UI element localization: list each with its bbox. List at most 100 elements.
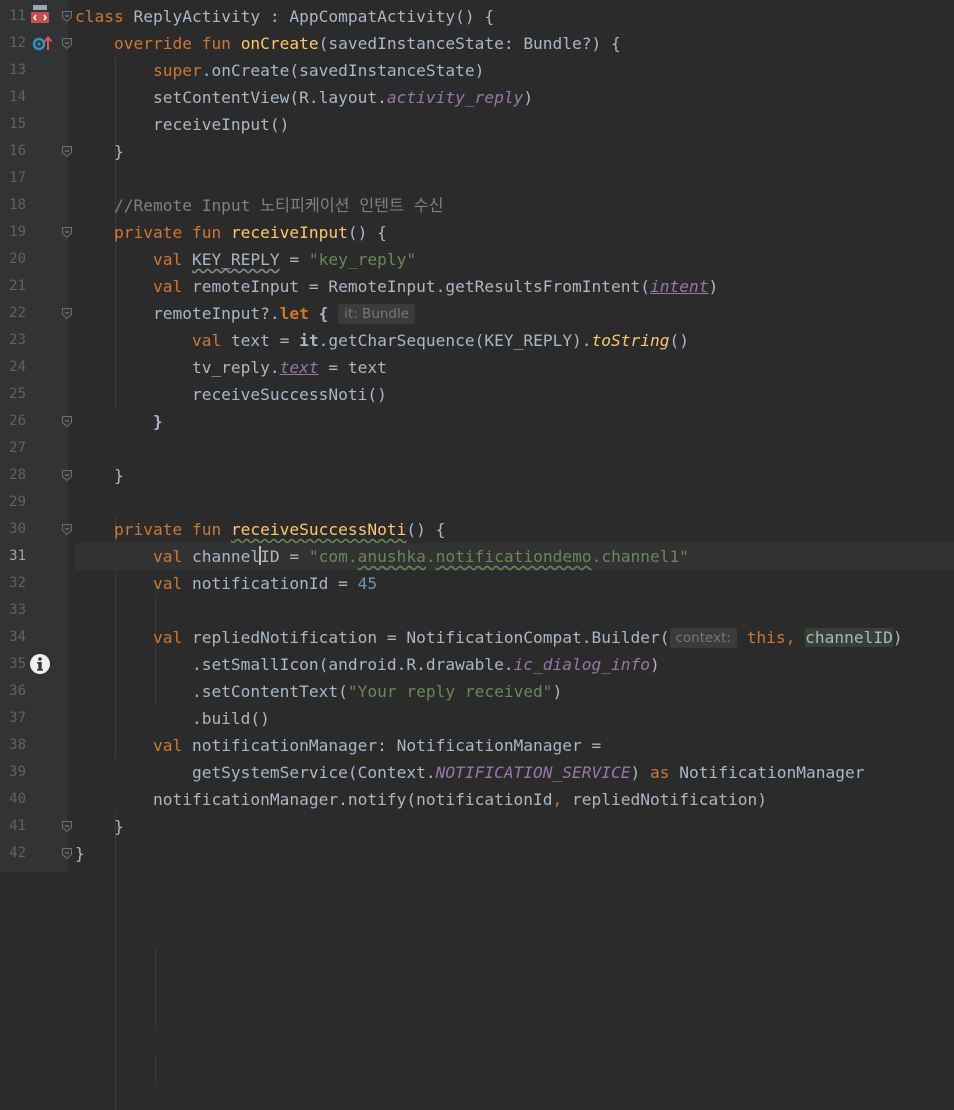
code-token: ) — [552, 682, 563, 701]
info-icon[interactable] — [29, 653, 51, 679]
code-token: repliedNotification) — [572, 790, 767, 809]
code-line[interactable]: class ReplyActivity : AppCompatActivity(… — [75, 3, 954, 30]
line-number: 37 — [9, 710, 26, 726]
code-token: } — [75, 466, 124, 485]
gutter-line: 41 — [0, 813, 72, 840]
line-number: 26 — [9, 413, 26, 429]
code-token: = text — [318, 358, 387, 377]
code-token: toString — [591, 331, 670, 350]
code-line[interactable]: tv_reply.text = text — [75, 354, 954, 381]
code-line[interactable]: } — [75, 462, 954, 489]
code-token: .setContentText( — [75, 682, 348, 701]
code-token: setContentView(R.layout. — [75, 88, 387, 107]
code-line[interactable]: val repliedNotification = NotificationCo… — [75, 624, 954, 651]
fold-marker-icon[interactable] — [62, 524, 72, 535]
code-line[interactable]: val notificationId = 45 — [75, 570, 954, 597]
code-line[interactable]: } — [75, 813, 954, 840]
code-line[interactable]: val remoteInput = RemoteInput.getResults… — [75, 273, 954, 300]
gutter-line: 32 — [0, 570, 68, 597]
code-line[interactable]: override fun onCreate(savedInstanceState… — [75, 30, 954, 57]
code-line[interactable]: } — [75, 840, 954, 867]
line-number: 27 — [9, 440, 26, 456]
code-line[interactable]: .setSmallIcon(android.R.drawable.ic_dial… — [75, 651, 954, 678]
gutter-line: 31 — [0, 543, 68, 570]
code-line[interactable] — [75, 165, 954, 192]
fold-marker-icon[interactable] — [62, 38, 72, 49]
code-line[interactable]: super.onCreate(savedInstanceState) — [75, 57, 954, 84]
code-token: val — [191, 331, 231, 350]
gutter-line: 18 — [0, 192, 68, 219]
gutter-line: 40 — [0, 786, 68, 813]
code-token: notificationManager: NotificationManager… — [191, 736, 602, 755]
fold-marker-icon[interactable] — [62, 821, 72, 832]
code-token: val — [152, 250, 192, 269]
fold-marker-icon[interactable] — [62, 11, 72, 22]
code-line[interactable]: receiveInput() — [75, 111, 954, 138]
code-line[interactable]: } — [75, 138, 954, 165]
code-line[interactable]: private fun receiveSuccessNoti() { — [75, 516, 954, 543]
fold-marker-icon[interactable] — [62, 308, 72, 319]
code-token: super — [152, 61, 202, 80]
gutter-line: 23 — [0, 327, 68, 354]
code-token: onCreate — [240, 34, 319, 53]
code-token: notificationId = — [191, 574, 358, 593]
code-editor[interactable]: 11 12 13 14 15 16 17 18 19 20 21 22 23 24 25 26 27 28 29 30… — [0, 0, 954, 1110]
code-token: NotificationManager — [679, 763, 865, 782]
code-line[interactable]: } — [75, 408, 954, 435]
kotlin-class-icon[interactable] — [30, 2, 50, 28]
code-line[interactable] — [75, 489, 954, 516]
code-line-current[interactable]: val channelID = "com.anushka.notificatio… — [75, 543, 954, 570]
code-line[interactable]: .build() — [75, 705, 954, 732]
code-token: = — [279, 250, 309, 269]
fold-marker-icon[interactable] — [62, 146, 72, 157]
line-number: 22 — [9, 305, 26, 321]
code-token: . — [425, 547, 436, 566]
fold-marker-icon[interactable] — [62, 848, 72, 859]
code-token: val — [152, 736, 192, 755]
line-number: 30 — [9, 521, 26, 537]
code-line[interactable]: //Remote Input 노티피케이션 인텐트 수신 — [75, 192, 954, 219]
override-method-icon[interactable] — [32, 34, 54, 56]
code-line[interactable]: .setContentText("Your reply received") — [75, 678, 954, 705]
code-line[interactable]: setContentView(R.layout.activity_reply) — [75, 84, 954, 111]
code-token: text = — [230, 331, 300, 350]
line-number: 39 — [9, 764, 26, 780]
line-number: 33 — [9, 602, 26, 618]
code-line[interactable]: remoteInput?.let { it: Bundle — [75, 300, 954, 327]
code-line[interactable]: notificationManager.notify(notificationI… — [75, 786, 954, 813]
code-line[interactable]: val KEY_REPLY = "key_reply" — [75, 246, 954, 273]
fold-marker-icon[interactable] — [62, 416, 72, 427]
code-line[interactable] — [75, 597, 954, 624]
code-line[interactable]: val text = it.getCharSequence(KEY_REPLY)… — [75, 327, 954, 354]
code-line[interactable]: private fun receiveInput() { — [75, 219, 954, 246]
code-line[interactable] — [75, 435, 954, 462]
gutter-line: 15 — [0, 111, 68, 138]
code-token: //Remote Input 노티피케이션 인텐트 수신 — [113, 196, 444, 215]
code-line[interactable]: receiveSuccessNoti() — [75, 381, 954, 408]
code-token: notificationdemo — [435, 547, 592, 566]
code-token: private fun — [113, 223, 231, 242]
code-line[interactable]: val notificationManager: NotificationMan… — [75, 732, 954, 759]
code-token: } — [152, 412, 163, 431]
code-token: { — [308, 304, 329, 323]
line-number: 20 — [9, 251, 26, 267]
code-token: } — [75, 142, 124, 161]
code-token: .getCharSequence(KEY_REPLY). — [318, 331, 592, 350]
gutter-line: 33 — [0, 597, 68, 624]
code-line[interactable]: getSystemService(Context.NOTIFICATION_SE… — [75, 759, 954, 786]
line-number: 31 — [9, 548, 26, 564]
code-token: remoteInput?. — [75, 304, 280, 323]
code-token: ) — [630, 763, 651, 782]
code-token: val — [152, 574, 192, 593]
code-token: anushka — [357, 547, 426, 566]
fold-marker-icon[interactable] — [62, 227, 72, 238]
fold-marker-icon[interactable] — [62, 470, 72, 481]
